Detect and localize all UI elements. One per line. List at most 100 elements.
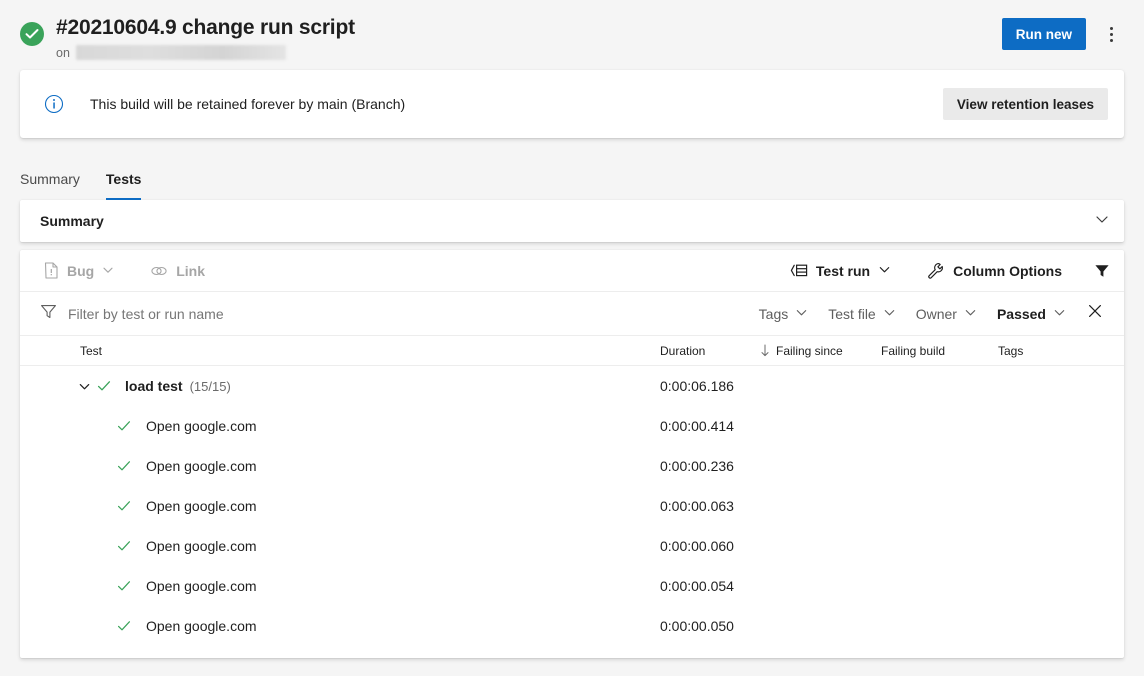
link-icon: [150, 264, 168, 278]
test-cell: Open google.com: [20, 498, 660, 514]
build-subtitle: on: [56, 45, 355, 60]
column-header-test[interactable]: Test: [20, 344, 660, 358]
test-cell: Open google.com: [20, 618, 660, 634]
test-cell: Open google.com: [20, 538, 660, 554]
summary-accordion-title: Summary: [40, 213, 104, 229]
results-table-body: load test (15/15) 0:00:06.186 Open googl…: [20, 366, 1124, 658]
retention-banner: This build will be retained forever by m…: [20, 70, 1124, 138]
chevron-down-icon: [1053, 306, 1066, 322]
column-header-tags[interactable]: Tags: [998, 344, 1078, 358]
tab-tests[interactable]: Tests: [105, 171, 141, 200]
check-icon: [113, 619, 135, 633]
group-duration: 0:00:06.186: [660, 378, 734, 394]
column-options-label: Column Options: [953, 262, 1062, 279]
table-row[interactable]: Open google.com 0:00:00.060: [20, 526, 1124, 566]
bug-file-icon: [44, 262, 59, 279]
wrench-icon: [927, 262, 945, 280]
chevron-down-icon[interactable]: [75, 380, 93, 393]
page-header: #20210604.9 change run script on Run new: [0, 0, 1144, 68]
column-header-failing-build[interactable]: Failing build: [881, 344, 998, 358]
funnel-filled-icon: [1094, 263, 1110, 279]
filter-dropdown-outcome[interactable]: Passed: [987, 299, 1076, 329]
summary-accordion[interactable]: Summary: [20, 200, 1124, 242]
test-name: Open google.com: [146, 498, 257, 514]
column-header-failing-since[interactable]: Failing since: [776, 344, 881, 358]
check-icon: [113, 419, 135, 433]
filter-input-group: [40, 303, 749, 325]
table-row[interactable]: Open google.com 0:00:00.236: [20, 446, 1124, 486]
header-actions: Run new: [1001, 18, 1126, 50]
tags-filter-label: Tags: [758, 305, 789, 322]
bug-button[interactable]: Bug: [34, 256, 124, 286]
filter-dropdown-owner[interactable]: Owner: [906, 299, 987, 329]
test-run-grouping-button[interactable]: Test run: [780, 256, 901, 286]
redacted-branch-name: [75, 45, 286, 60]
tab-summary[interactable]: Summary: [20, 171, 80, 200]
header-text-block: #20210604.9 change run script on: [56, 12, 355, 60]
test-name: Open google.com: [146, 538, 257, 554]
chevron-down-icon[interactable]: [1094, 211, 1110, 232]
table-row-group[interactable]: load test (15/15) 0:00:06.186: [20, 366, 1124, 406]
retention-message: This build will be retained forever by m…: [90, 96, 406, 112]
table-row[interactable]: Open google.com 0:00:00.063: [20, 486, 1124, 526]
test-run-label: Test run: [815, 262, 871, 279]
tests-results-card: Bug Link Test run Column Options Filter …: [20, 250, 1124, 658]
check-icon: [113, 459, 135, 473]
column-header-duration[interactable]: Duration: [660, 344, 754, 358]
link-label: Link: [176, 262, 205, 279]
filter-dropdown-test-file[interactable]: Test file: [818, 299, 905, 329]
chevron-down-icon: [795, 306, 808, 322]
chevron-down-icon: [964, 306, 977, 322]
run-new-button[interactable]: Run new: [1001, 18, 1086, 50]
table-row[interactable]: Open google.com 0:00:00.054: [20, 566, 1124, 606]
tests-toolbar: Bug Link Test run Column Options: [20, 250, 1124, 292]
check-icon: [113, 579, 135, 593]
chevron-down-icon: [878, 263, 891, 279]
test-cell: Open google.com: [20, 418, 660, 434]
more-actions-button[interactable]: [1096, 18, 1126, 50]
close-icon: [1087, 303, 1103, 324]
view-retention-leases-button[interactable]: View retention leases: [942, 88, 1108, 120]
test-duration: 0:00:00.236: [660, 458, 734, 474]
clear-filters-button[interactable]: [1080, 299, 1110, 329]
results-table-header: Test Duration Failing since Failing buil…: [20, 336, 1124, 366]
filter-dropdown-tags[interactable]: Tags: [749, 299, 819, 329]
tests-filter-bar: Tags Test file Owner Passed: [20, 292, 1124, 336]
chevron-down-icon: [102, 263, 114, 279]
test-duration: 0:00:00.414: [660, 418, 734, 434]
group-pass-count: (15/15): [189, 378, 231, 394]
tab-list: Summary Tests: [0, 154, 1144, 200]
test-name: Open google.com: [146, 458, 257, 474]
table-row[interactable]: Open google.com 0:00:00.050: [20, 606, 1124, 646]
table-row[interactable]: Open google.com 0:00:00.414: [20, 406, 1124, 446]
check-circle-icon: [25, 29, 39, 39]
test-name: Open google.com: [146, 618, 257, 634]
page-title: #20210604.9 change run script: [56, 16, 355, 39]
check-icon: [113, 499, 135, 513]
link-button[interactable]: Link: [140, 256, 215, 286]
filter-input[interactable]: [68, 305, 488, 322]
build-status-icon: [20, 22, 44, 46]
check-icon: [93, 379, 115, 393]
kebab-dot: [1109, 26, 1113, 30]
test-cell: Open google.com: [20, 458, 660, 474]
test-duration: 0:00:00.063: [660, 498, 734, 514]
chevron-down-icon: [883, 306, 896, 322]
funnel-outline-icon: [40, 303, 57, 325]
test-duration: 0:00:00.054: [660, 578, 734, 594]
outcome-filter-label: Passed: [996, 305, 1046, 322]
test-duration: 0:00:00.050: [660, 618, 734, 634]
on-label: on: [56, 45, 70, 60]
group-name: load test: [125, 378, 183, 394]
test-file-filter-label: Test file: [828, 305, 876, 322]
kebab-dot: [1109, 38, 1113, 42]
info-icon: [44, 94, 64, 114]
filter-toggle-button[interactable]: [1084, 256, 1110, 286]
owner-filter-label: Owner: [915, 305, 957, 322]
sort-descending-arrow[interactable]: [754, 344, 776, 358]
kebab-dot: [1109, 32, 1113, 36]
group-by-icon: [790, 263, 808, 278]
test-cell: Open google.com: [20, 578, 660, 594]
column-options-button[interactable]: Column Options: [917, 256, 1072, 286]
bug-label: Bug: [67, 262, 95, 279]
